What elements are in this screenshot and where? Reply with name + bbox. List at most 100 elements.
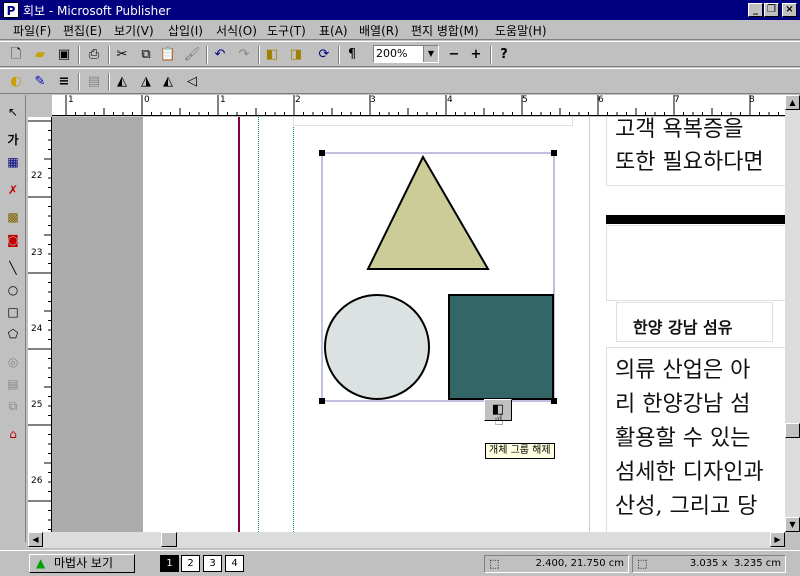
send-to-back-icon[interactable]: ◨ [286,45,306,65]
menu-arrange[interactable]: 배열(R) [356,22,402,39]
close-icon[interactable]: × [782,3,797,17]
shadow-icon[interactable]: ▤ [84,72,104,92]
menu-table[interactable]: 표(A) [316,22,351,39]
ruler-label: 0 [144,95,150,105]
vertical-scrollbar[interactable]: ▲ ▼ [785,95,800,532]
window-title: 회보 - Microsoft Publisher [23,4,171,18]
pointer-tool-icon[interactable]: ↖ [3,102,23,122]
wordart-tool-icon[interactable]: ✗ [3,180,23,200]
picture-frame-tool-icon[interactable]: ▩ [3,207,23,227]
menu-mail-merge[interactable]: 편지 병합(M) [408,22,482,39]
copy-icon[interactable]: ⧉ [136,45,156,65]
html-code-tool-icon[interactable]: ▤ [3,374,23,394]
fill-color-icon[interactable]: ◐ [6,72,26,92]
zoom-out-icon[interactable]: − [444,45,464,65]
publication-page[interactable]: 고객 욕복증을 또한 필요하다면 한양 강남 섬유 의류 산업은 아 리 한양강… [143,117,785,532]
shape-group[interactable] [313,147,563,407]
heading-frame[interactable]: 한양 강남 섬유 [616,302,773,342]
text-frame[interactable] [293,117,573,126]
new-document-icon[interactable]: 🗋 [6,45,26,65]
menu-help[interactable]: 도움말(H) [492,22,550,39]
column-guide [293,117,294,532]
position-icon: ⬚ [489,557,500,570]
table-frame-tool-icon[interactable]: ▦ [3,152,23,172]
restore-icon[interactable]: ❐ [764,3,779,17]
line-border-style-icon[interactable]: ≡ [54,72,74,92]
menu-tools[interactable]: 도구(T) [264,22,309,39]
ruler-label: 1 [220,95,226,105]
page-2-button[interactable]: 2 [181,555,200,572]
help-pointer-icon[interactable]: ? [494,45,514,65]
vertical-ruler[interactable]: 22 23 24 25 26 [28,117,52,532]
text-line: 리 한양강남 섬 [615,392,751,417]
body-text-frame[interactable]: 의류 산업은 아 리 한양강남 섬 활용할 수 있는 섬세한 디자인과 산성, … [606,347,785,532]
position-field: ⬚ 2.400, 21.750 cm [484,555,629,573]
menu-file[interactable]: 파일(F) [10,22,54,39]
bring-to-front-icon[interactable]: ◧ [262,45,282,65]
text-line: 또한 필요하다면 [615,150,764,175]
rectangle-tool-icon[interactable]: □ [3,302,23,322]
text-line: 활용할 수 있는 [615,426,751,451]
open-folder-icon[interactable]: ▰ [30,45,50,65]
print-icon[interactable]: ⎙ [84,45,104,65]
menu-edit[interactable]: 편집(E) [60,22,105,39]
menu-bar: 파일(F) 편집(E) 보기(V) 삽입(I) 서식(O) 도구(T) 표(A)… [0,20,800,40]
cut-icon[interactable]: ✂ [112,45,132,65]
objects-toolbar: ↖ 가 ▦ ✗ ▩ ◙ ╲ ○ □ ⬠ ◎ ▤ ⧉ ⌂ [0,95,26,542]
line-tool-icon[interactable]: ╲ [3,258,23,278]
flip-horizontal-icon[interactable]: ◭ [158,72,178,92]
status-bar: ▲ 마법사 보기 1 2 3 4 ⬚ 2.400, 21.750 cm ⬚ 3.… [0,550,800,576]
horizontal-scrollbar[interactable]: ◀ ▶ [28,532,785,548]
ruler-label: 3 [370,95,376,105]
redo-icon[interactable]: ↷ [234,45,254,65]
menu-format[interactable]: 서식(O) [213,22,260,39]
empty-frame[interactable] [606,225,785,301]
scroll-thumb[interactable] [785,423,800,438]
line-color-icon[interactable]: ✎ [30,72,50,92]
square-shape[interactable] [448,294,554,400]
page-1-button[interactable]: 1 [160,555,179,572]
rotate-right-icon[interactable]: ◮ [136,72,156,92]
wizard-button[interactable]: ▲ 마법사 보기 [29,554,135,573]
hotspot-tool-icon[interactable]: ⧉ [3,396,23,416]
circle-shape[interactable] [324,294,430,400]
publisher-app-icon[interactable]: P [3,2,19,18]
scroll-thumb[interactable] [161,532,177,547]
text-frame-top[interactable]: 고객 욕복증을 또한 필요하다면 [606,117,785,186]
special-characters-icon[interactable]: ¶ [342,45,362,65]
menu-insert[interactable]: 삽입(I) [165,22,206,39]
scroll-down-icon[interactable]: ▼ [785,517,800,532]
scroll-left-icon[interactable]: ◀ [28,532,43,547]
menu-view[interactable]: 보기(V) [111,22,157,39]
oval-tool-icon[interactable]: ○ [3,280,23,300]
custom-shapes-tool-icon[interactable]: ⬠ [3,324,23,344]
chevron-down-icon[interactable]: ▼ [423,46,438,62]
design-gallery-icon[interactable]: ⌂ [3,424,23,444]
zoom-select[interactable]: 200% ▼ [373,45,439,63]
triangle-up-icon: ▲ [36,556,46,570]
page-4-button[interactable]: 4 [225,555,244,572]
size-field: ⬚ 3.035 x 3.235 cm [632,555,786,573]
form-control-tool-icon[interactable]: ◎ [3,352,23,372]
horizontal-ruler[interactable]: 1 0 1 2 3 4 5 6 7 8 [52,95,785,116]
format-painter-icon[interactable]: 🖌 [182,45,202,65]
page-3-button[interactable]: 3 [203,555,222,572]
flip-vertical-icon[interactable]: ◁ [182,72,202,92]
minimize-icon[interactable]: _ [748,3,763,17]
scroll-right-icon[interactable]: ▶ [770,532,785,547]
triangle-shape[interactable] [366,154,490,270]
custom-rotate-icon[interactable]: ⟳ [314,45,334,65]
scroll-corner [785,532,800,548]
text-frame-tool-icon[interactable]: 가 [3,130,23,150]
ruler-corner[interactable] [28,95,52,117]
save-disk-icon[interactable]: ▣ [54,45,74,65]
text-line: 섬세한 디자인과 [615,460,764,485]
zoom-in-icon[interactable]: + [466,45,486,65]
zoom-value: 200% [376,47,408,60]
scroll-up-icon[interactable]: ▲ [785,95,800,110]
rotate-left-icon[interactable]: ◭ [112,72,132,92]
clip-gallery-tool-icon[interactable]: ◙ [3,230,23,250]
undo-icon[interactable]: ↶ [210,45,230,65]
paste-icon[interactable]: 📋 [158,45,178,65]
ruler-label: 25 [31,400,43,410]
